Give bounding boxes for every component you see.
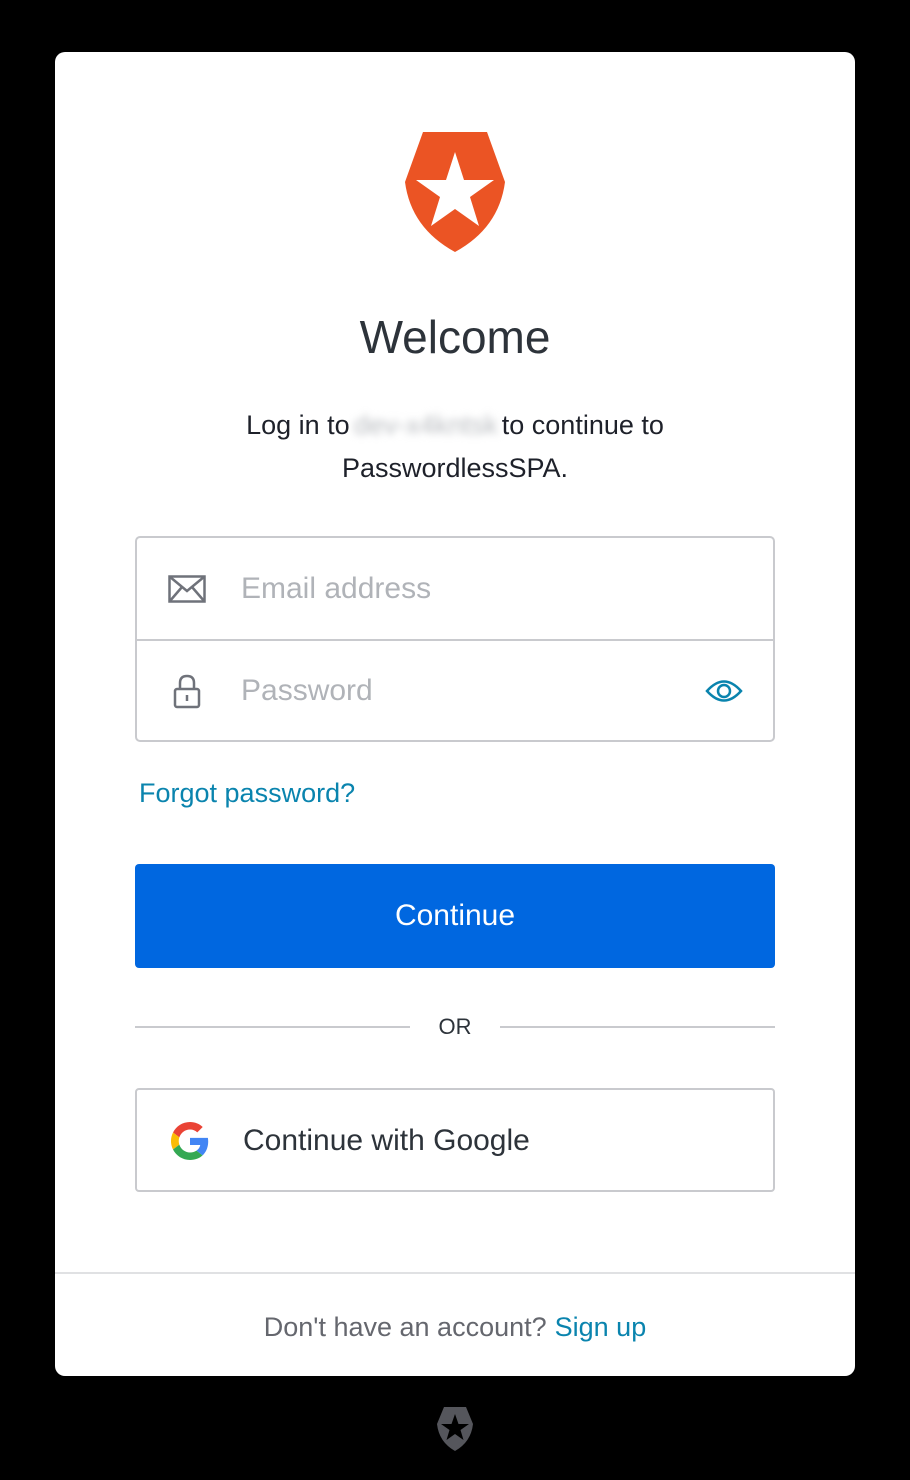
login-card: Welcome Log in to dev-x4kntsk to continue … xyxy=(55,52,855,1376)
email-input[interactable] xyxy=(241,538,683,639)
password-field-row xyxy=(137,639,773,740)
app-name: PasswordlessSPA. xyxy=(341,453,569,483)
page-title: Welcome xyxy=(359,311,551,363)
auth0-shield-icon xyxy=(405,132,505,252)
continue-button[interactable]: Continue xyxy=(135,864,775,968)
divider-line-left xyxy=(135,1026,410,1028)
auth0-badge-icon[interactable] xyxy=(436,1406,474,1452)
signup-link[interactable]: Sign up xyxy=(555,1312,647,1342)
envelope-icon xyxy=(167,569,207,609)
password-input[interactable] xyxy=(241,641,683,740)
continue-with-google-button[interactable]: Continue with Google xyxy=(135,1088,775,1192)
forgot-password-link[interactable]: Forgot password? xyxy=(139,778,355,809)
or-divider: OR xyxy=(438,1014,472,1039)
divider-line-right xyxy=(500,1026,775,1028)
credentials-field-group xyxy=(135,536,775,742)
subtitle-prefix: Log in to xyxy=(246,410,350,440)
login-subtitle: Log in to dev-x4kntsk to continue to Passw… xyxy=(175,404,735,490)
tenant-name: dev-x4kntsk xyxy=(353,410,498,440)
signup-footer: Don't have an account? Sign up xyxy=(55,1272,855,1376)
subtitle-suffix: to continue to xyxy=(501,410,664,440)
eye-icon[interactable] xyxy=(703,670,745,712)
google-g-icon xyxy=(171,1122,209,1160)
google-button-label: Continue with Google xyxy=(243,1124,530,1157)
lock-icon xyxy=(167,671,207,711)
signup-prompt: Don't have an account? xyxy=(263,1312,547,1342)
email-field-row xyxy=(137,538,773,639)
